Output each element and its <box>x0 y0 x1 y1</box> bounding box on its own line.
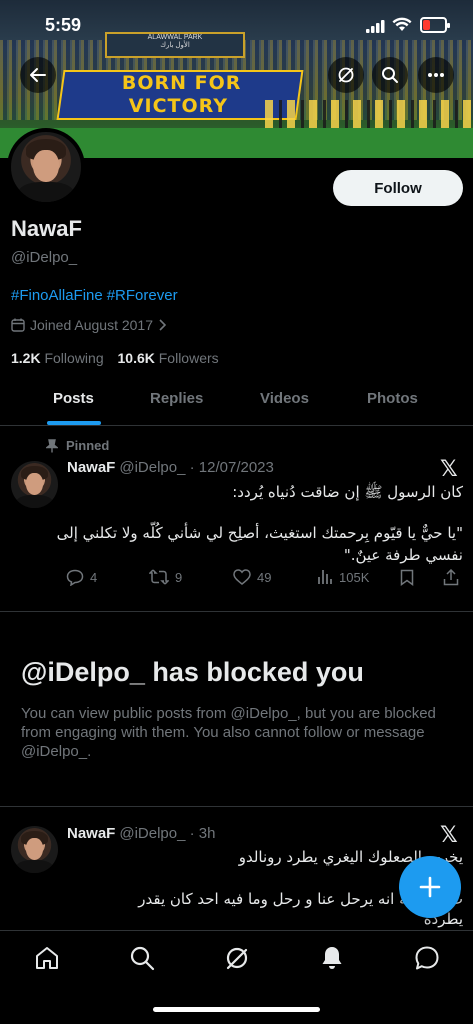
pinned-label: Pinned <box>66 438 110 453</box>
divider <box>0 806 473 807</box>
more-dots-icon <box>428 73 444 77</box>
divider <box>0 611 473 612</box>
wifi-icon <box>392 17 412 31</box>
status-time: 5:59 <box>45 15 82 35</box>
following-label: Following <box>44 350 104 366</box>
search-icon <box>130 946 155 971</box>
pinned-indicator: Pinned <box>46 438 109 453</box>
plus-icon <box>419 876 441 898</box>
tab-posts[interactable]: Posts <box>53 390 94 407</box>
home-icon <box>36 947 58 969</box>
following-count: 1.2K <box>11 350 41 366</box>
chevron-right-icon <box>159 319 166 331</box>
bell-icon <box>322 947 342 969</box>
retweet-icon <box>149 569 169 585</box>
follow-button[interactable]: Follow <box>333 170 463 206</box>
calendar-icon <box>11 318 25 332</box>
tweet-handle-time: @iDelpo_ · 3h <box>119 825 216 842</box>
share-icon <box>443 569 459 586</box>
blocked-title: @iDelpo_ has blocked you <box>21 657 364 687</box>
heart-icon <box>233 569 251 585</box>
pin-icon <box>46 438 58 452</box>
joined-label: Joined August 2017 <box>30 317 153 333</box>
back-arrow-icon <box>30 68 46 82</box>
retweet-button[interactable]: 9 <box>149 569 182 585</box>
bookmark-button[interactable] <box>400 569 414 586</box>
more-options-button[interactable] <box>418 57 454 93</box>
following-stat[interactable]: 1.2K Following <box>11 350 104 366</box>
reply-count: 4 <box>90 570 98 585</box>
share-button[interactable] <box>443 569 459 586</box>
tweet-actions: 4 9 49 105K <box>66 569 466 589</box>
display-name: NawaF <box>11 216 82 241</box>
compose-post-button[interactable] <box>399 856 461 918</box>
profile-tabs: Posts Replies Videos Photos <box>0 380 473 426</box>
joined-date[interactable]: Joined August 2017 <box>11 317 166 333</box>
reply-icon <box>66 569 84 586</box>
followers-label: Followers <box>158 350 219 366</box>
tweet-header: NawaF @iDelpo_ · 12/07/2023 <box>67 459 274 476</box>
reply-button[interactable]: 4 <box>66 569 97 586</box>
blocked-message: You can view public posts from @iDelpo_,… <box>21 705 436 760</box>
grok-button[interactable] <box>328 57 364 93</box>
nav-grok[interactable] <box>222 943 252 973</box>
views-chart-icon <box>318 570 332 584</box>
tifo-line-2: VICTORY <box>128 95 228 117</box>
bio: #FinoAllaFine #RForever <box>11 287 182 304</box>
user-handle: @iDelpo_ <box>11 249 78 266</box>
x-logo-icon: 𝕏 <box>440 823 458 848</box>
grok-icon <box>226 947 248 970</box>
follow-stats: 1.2K Following 10.6K Followers <box>11 350 219 366</box>
like-button[interactable]: 49 <box>233 569 271 585</box>
tweet-text-line: يطرده <box>423 910 463 928</box>
views-button[interactable]: 105K <box>317 569 369 585</box>
search-button[interactable] <box>372 57 408 93</box>
tab-indicator <box>47 421 101 425</box>
battery-icon <box>420 17 450 33</box>
retweet-count: 9 <box>175 569 183 585</box>
tweet-text-line: ت له رغبة انه يرحل عنا و رحل وما فيه احد… <box>138 890 463 908</box>
tweet-text-line: يخرب الصعلوك اليغري يطرد رونالدو <box>238 848 463 866</box>
tifo-line-1: BORN FOR <box>121 72 242 94</box>
back-button[interactable] <box>20 57 56 93</box>
hashtag-link[interactable]: #FinoAllaFine <box>11 287 103 304</box>
tab-photos[interactable]: Photos <box>367 390 418 407</box>
grok-icon <box>338 67 354 83</box>
tweet-author[interactable]: NawaF <box>67 459 115 476</box>
tweet-author[interactable]: NawaF <box>67 825 115 842</box>
tweet-handle-date: @iDelpo_ · 12/07/2023 <box>119 459 274 476</box>
x-logo-icon: 𝕏 <box>440 457 458 482</box>
nav-notifications[interactable] <box>317 943 347 973</box>
tweet-text-line: نفسي طرفة عينٌ." <box>343 546 463 564</box>
nav-search[interactable] <box>127 943 157 973</box>
followers-stat[interactable]: 10.6K Followers <box>118 350 219 366</box>
like-count: 49 <box>257 569 272 585</box>
tweet-header: NawaF @iDelpo_ · 3h <box>67 825 215 842</box>
search-icon <box>382 67 398 83</box>
followers-count: 10.6K <box>117 350 155 366</box>
tab-replies[interactable]: Replies <box>150 390 203 407</box>
nav-home[interactable] <box>32 943 62 973</box>
tab-videos[interactable]: Videos <box>260 390 309 407</box>
views-count: 105K <box>339 569 370 585</box>
nav-messages[interactable] <box>412 943 442 973</box>
profile-avatar[interactable] <box>7 128 85 206</box>
home-indicator <box>153 1007 320 1012</box>
status-bar: 5:59 <box>0 0 473 52</box>
bookmark-icon <box>400 569 414 586</box>
hashtag-link[interactable]: #RForever <box>107 287 178 304</box>
cellular-signal-icon <box>366 20 385 33</box>
tweet-text-line: "يا حيٌّ يا قيّوم بِرحمتك استغيث، أصلِح … <box>56 524 463 542</box>
chat-bubble-icon <box>415 946 439 970</box>
tweet-text-line: كان الرسول ﷺ إن ضاقت دُنياه يُردد: <box>232 483 463 501</box>
